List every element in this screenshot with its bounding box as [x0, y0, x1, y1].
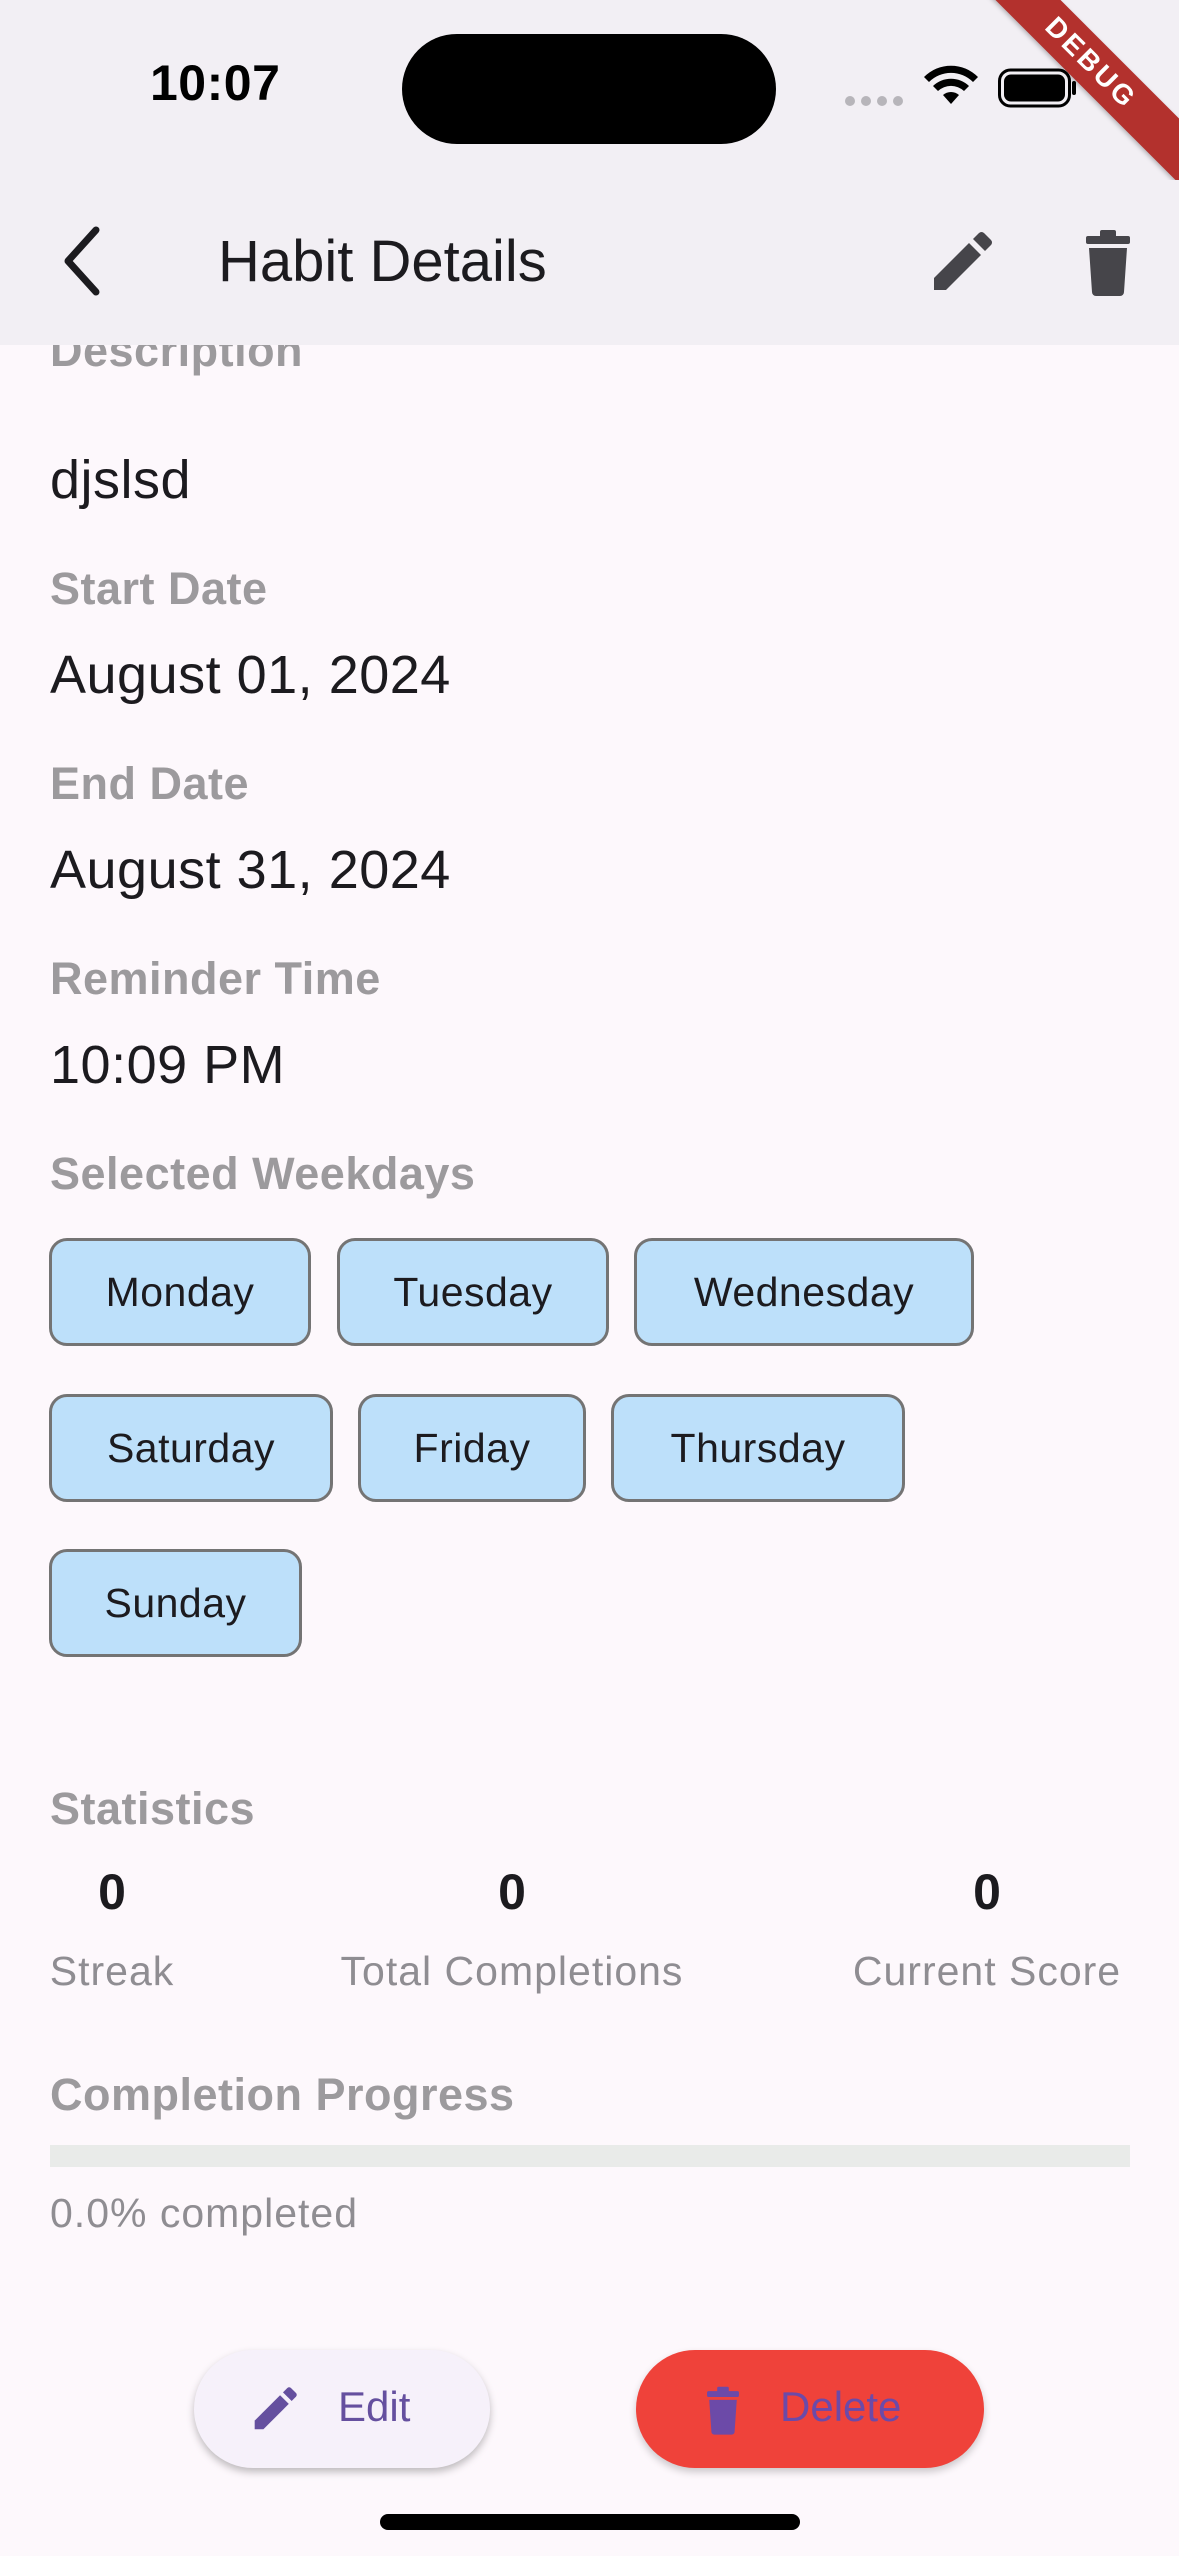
current-score-value: 0: [973, 1864, 1001, 1920]
description-label: Description: [50, 345, 304, 376]
back-button[interactable]: [44, 216, 124, 306]
start-date-label: Start Date: [50, 563, 268, 614]
streak-label: Streak: [49, 1948, 175, 1994]
trash-icon: [707, 2386, 739, 2435]
status-bar: 10:07 DEBUG: [0, 0, 1179, 186]
total-completions-value: 0: [498, 1864, 526, 1920]
selected-weekdays-label: Selected Weekdays: [50, 1148, 476, 1199]
weekday-chip-friday[interactable]: Friday: [358, 1394, 586, 1502]
edit-button-label: Edit: [338, 2383, 411, 2430]
cellular-signal-icon: [845, 96, 905, 106]
weekday-chip-tuesday[interactable]: Tuesday: [337, 1238, 609, 1346]
edit-appbar-button[interactable]: [922, 222, 1002, 302]
delete-appbar-button[interactable]: [1068, 222, 1148, 302]
statistics-label: Statistics: [50, 1783, 256, 1834]
streak-value: 0: [98, 1864, 126, 1920]
weekday-chip-saturday[interactable]: Saturday: [49, 1394, 333, 1502]
weekday-chip-wednesday[interactable]: Wednesday: [634, 1238, 974, 1346]
completion-progress-bar: [50, 2145, 1130, 2167]
details-content[interactable]: Description djslsd Start Date August 01,…: [0, 345, 1179, 2295]
trash-icon: [1086, 230, 1130, 296]
chevron-left-icon: [64, 226, 100, 296]
weekday-chip-thursday[interactable]: Thursday: [611, 1394, 905, 1502]
reminder-time-value: 10:09 PM: [50, 1035, 286, 1095]
wifi-icon: [924, 65, 978, 104]
page-title: Habit Details: [218, 229, 547, 294]
home-indicator[interactable]: [380, 2514, 800, 2530]
end-date-value: August 31, 2024: [50, 840, 451, 900]
pencil-icon: [254, 2387, 297, 2430]
app-bar: Habit Details: [0, 180, 1179, 345]
delete-button-label: Delete: [780, 2383, 902, 2430]
edit-button[interactable]: Edit: [194, 2350, 490, 2468]
weekday-chip-monday[interactable]: Monday: [49, 1238, 311, 1346]
dynamic-island: [402, 34, 776, 144]
current-score-label: Current Score: [852, 1948, 1122, 1994]
battery-icon: [998, 68, 1076, 108]
total-completions-label: Total Completions: [340, 1948, 684, 1994]
pencil-icon: [934, 232, 992, 290]
description-value: djslsd: [50, 450, 192, 510]
end-date-label: End Date: [50, 758, 250, 809]
start-date-value: August 01, 2024: [50, 645, 451, 705]
completion-progress-label: Completion Progress: [50, 2069, 515, 2120]
reminder-time-label: Reminder Time: [50, 953, 381, 1004]
status-time: 10:07: [150, 55, 281, 111]
habit-details-screen: 10:07 DEBUG Habit Details Description dj…: [0, 0, 1179, 2556]
weekday-chip-sunday[interactable]: Sunday: [49, 1549, 302, 1657]
delete-button[interactable]: Delete: [636, 2350, 984, 2468]
completion-progress-text: 0.0% completed: [50, 2190, 359, 2236]
